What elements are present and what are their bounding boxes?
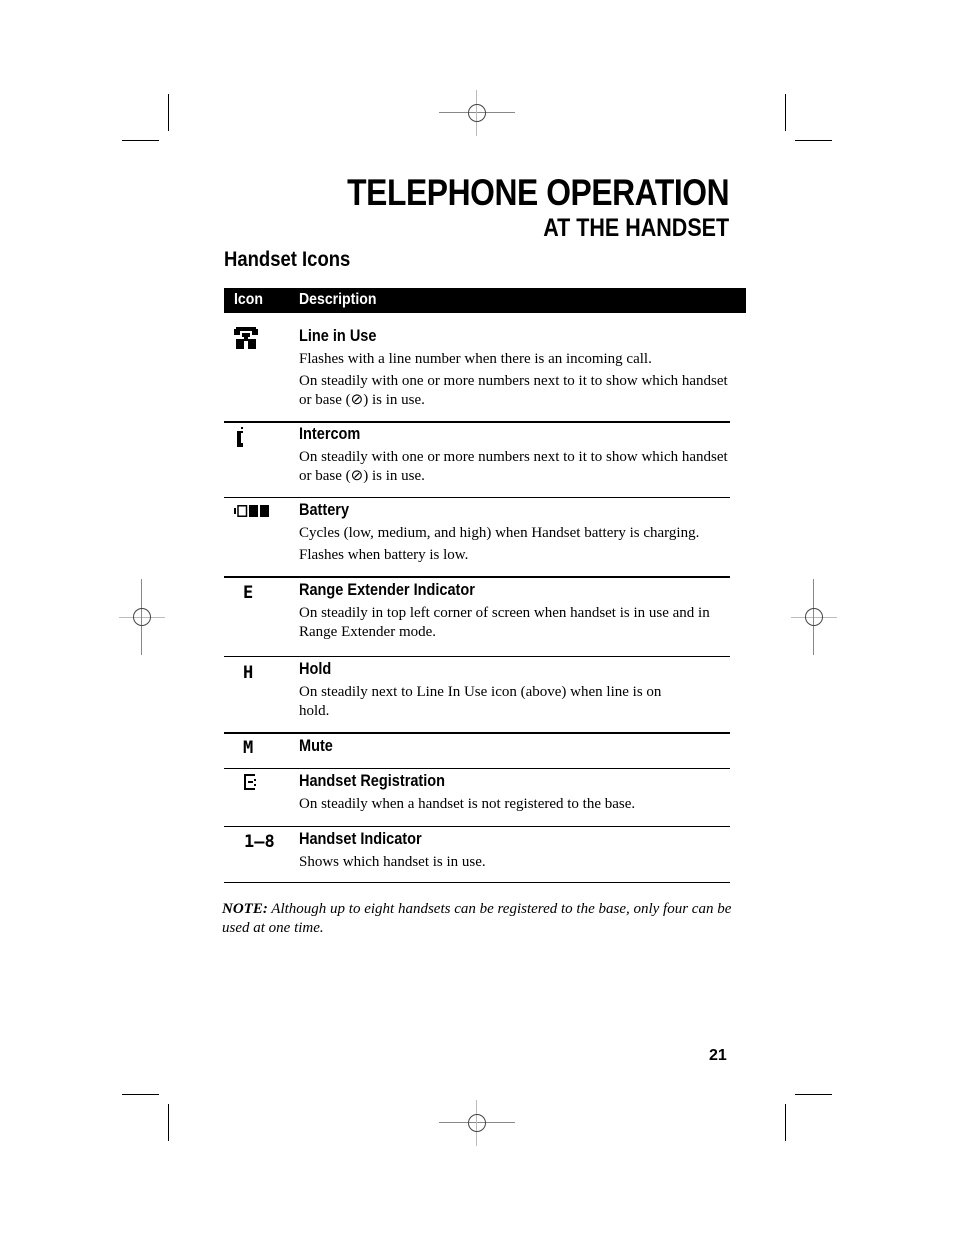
row-description: Shows which handset is in use. <box>299 853 739 875</box>
row-description: On steadily in top left corner of screen… <box>299 604 739 645</box>
registration-mark-icon <box>439 1100 515 1146</box>
intercom-icon <box>237 427 243 447</box>
table-row: 1–8 Handset Indicator Shows which handse… <box>224 827 730 883</box>
page-subtitle: AT THE HANDSET <box>543 214 729 242</box>
note-label: NOTE: <box>222 901 268 917</box>
row-title: Range Extender Indicator <box>299 581 475 599</box>
mute-icon: M <box>243 738 254 758</box>
registration-mark-icon <box>439 90 515 136</box>
crop-mark <box>168 94 169 131</box>
page-header: TELEPHONE OPERATION AT THE HANDSET <box>285 172 729 242</box>
crop-mark <box>785 94 786 131</box>
table-row: M Mute <box>224 734 730 769</box>
row-divider <box>224 882 730 883</box>
row-title: Handset Indicator <box>299 830 422 848</box>
row-title: Hold <box>299 660 332 678</box>
crop-mark <box>785 1104 786 1141</box>
description-text: Flashes with a line number when there is… <box>299 351 652 367</box>
row-description: Flashes with a line number when there is… <box>299 350 739 413</box>
row-title: Mute <box>299 737 333 755</box>
crop-mark <box>795 1094 832 1095</box>
battery-icon <box>234 505 269 517</box>
range-extender-icon: E <box>243 583 254 603</box>
table-row: E Range Extender Indicator On steadily i… <box>224 578 730 657</box>
row-title: Line in Use <box>299 327 377 345</box>
registration-mark-icon <box>791 579 837 655</box>
description-text: On steadily next to Line In Use icon (ab… <box>299 684 662 719</box>
crop-mark <box>168 1104 169 1141</box>
note: NOTE: Although up to eight handsets can … <box>222 900 732 938</box>
table-header: Icon Description <box>224 288 746 313</box>
hold-icon: H <box>243 663 254 683</box>
description-text: On steadily with one or more numbers nex… <box>299 449 728 484</box>
row-description: On steadily with one or more numbers nex… <box>299 448 739 489</box>
description-text: Shows which handset is in use. <box>299 854 486 870</box>
crop-mark <box>795 140 832 141</box>
section-title: Handset Icons <box>224 248 351 271</box>
table-row: Battery Cycles (low, medium, and high) w… <box>224 498 730 578</box>
row-title: Battery <box>299 501 350 519</box>
page-title: TELEPHONE OPERATION <box>347 172 729 213</box>
description-text: On steadily in top left corner of screen… <box>299 605 710 640</box>
row-description: Cycles (low, medium, and high) when Hand… <box>299 524 749 568</box>
description-text: On steadily with one or more numbers nex… <box>299 373 728 408</box>
description-text: On steadily when a handset is not regist… <box>299 796 636 812</box>
page-number: 21 <box>709 1047 727 1064</box>
handset-indicator-icon: 1–8 <box>244 832 275 852</box>
handset-registration-icon <box>244 774 256 790</box>
crop-mark <box>122 140 159 141</box>
registration-mark-icon <box>119 579 165 655</box>
table-row: H Hold On steadily next to Line In Use i… <box>224 657 730 734</box>
table-row: Intercom On steadily with one or more nu… <box>224 423 730 498</box>
row-description: On steadily next to Line In Use icon (ab… <box>299 683 689 724</box>
line-in-use-icon <box>234 327 258 349</box>
column-header-description: Description <box>299 291 377 308</box>
description-text: Flashes when battery is low. <box>299 547 469 563</box>
column-header-icon: Icon <box>234 291 263 308</box>
table-row: Handset Registration On steadily when a … <box>224 769 730 827</box>
description-text: Cycles (low, medium, and high) when Hand… <box>299 525 700 541</box>
row-title: Handset Registration <box>299 772 446 790</box>
note-text: Although up to eight handsets can be reg… <box>222 901 732 936</box>
row-description: On steadily when a handset is not regist… <box>299 795 739 817</box>
crop-mark <box>122 1094 159 1095</box>
row-title: Intercom <box>299 425 361 443</box>
table-row: Line in Use Flashes with a line number w… <box>224 313 730 423</box>
